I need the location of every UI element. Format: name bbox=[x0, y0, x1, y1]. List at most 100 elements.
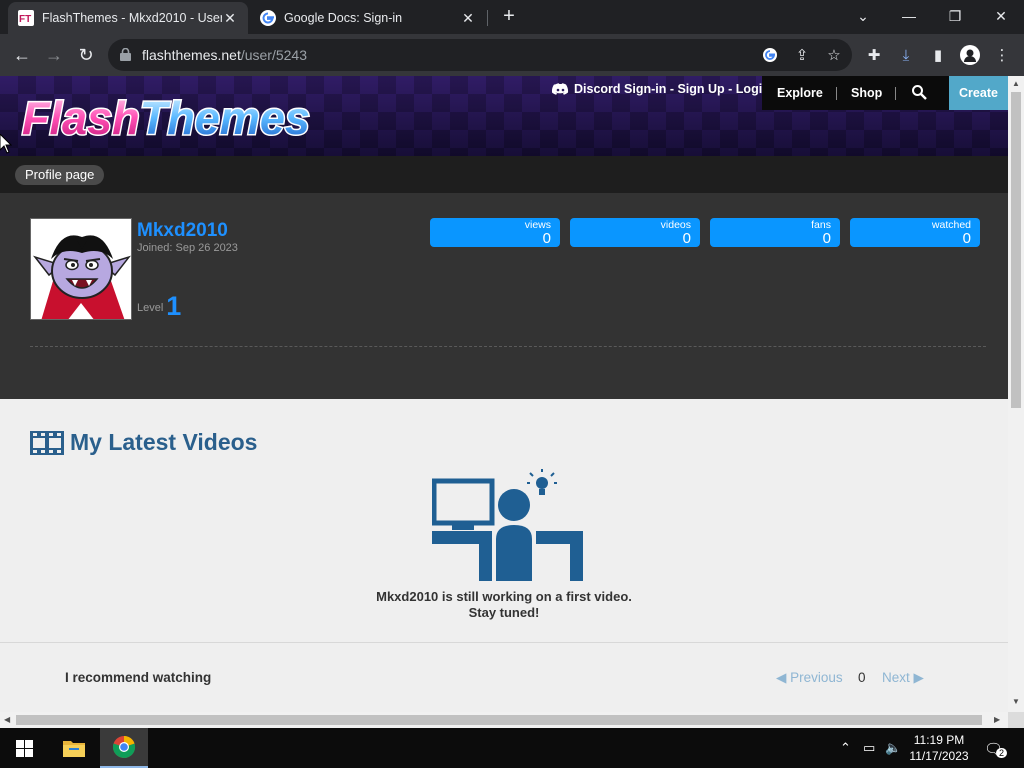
forward-icon[interactable]: → bbox=[41, 42, 67, 68]
system-clock[interactable]: 11:19 PM 11/17/2023 bbox=[906, 732, 972, 764]
page-viewport: FlashThemes FlashThemes Discord Sign-in … bbox=[0, 76, 1008, 712]
stat-value: 0 bbox=[822, 230, 831, 247]
stat-value: 0 bbox=[542, 230, 551, 247]
download-icon[interactable]: ⤓ bbox=[896, 45, 916, 65]
close-tab-icon[interactable]: ✕ bbox=[222, 10, 238, 27]
nav-explore[interactable]: Explore bbox=[777, 86, 823, 100]
recommend-section: I recommend watching ◀ Previous 0 Next ▶ bbox=[0, 642, 1008, 712]
scroll-down-icon[interactable]: ▼ bbox=[1012, 697, 1020, 706]
horizontal-scrollbar[interactable]: ◀ ▶ bbox=[0, 712, 1008, 728]
share-icon[interactable]: ⇪ bbox=[792, 45, 812, 65]
clock-date: 11/17/2023 bbox=[909, 749, 969, 763]
scroll-right-icon[interactable]: ▶ bbox=[994, 715, 1000, 724]
horizontal-scroll-thumb[interactable] bbox=[16, 715, 982, 725]
windows-taskbar: ⌃ ▭ 🔈 11:19 PM 11/17/2023 🗨 2 bbox=[0, 728, 1024, 768]
new-tab-icon[interactable]: + bbox=[499, 6, 519, 26]
lock-icon bbox=[120, 48, 131, 61]
stat-watched: watched 0 bbox=[850, 218, 980, 247]
next-label: Next bbox=[882, 670, 910, 685]
stat-fans: fans 0 bbox=[710, 218, 840, 247]
film-strip-icon bbox=[30, 430, 64, 455]
tab-google-docs[interactable]: Google Docs: Sign-in ✕ bbox=[250, 2, 486, 34]
scroll-left-icon[interactable]: ◀ bbox=[4, 715, 10, 724]
breadcrumb[interactable]: Profile page bbox=[15, 165, 105, 185]
user-level: Level 1 bbox=[137, 291, 181, 322]
clock-time: 11:19 PM bbox=[913, 733, 965, 747]
breadcrumb-bar: Profile page bbox=[0, 156, 1008, 193]
url-host: flashthemes.net bbox=[142, 47, 241, 63]
username: Mkxd2010 bbox=[137, 220, 228, 241]
tab-flashthemes[interactable]: FT FlashThemes - Mkxd2010 - User ✕ bbox=[8, 2, 248, 34]
discord-icon bbox=[552, 82, 569, 95]
menu-kebab-icon[interactable]: ⋮ bbox=[992, 45, 1012, 65]
tab-title: FlashThemes - Mkxd2010 - User bbox=[42, 11, 222, 25]
stat-views: views 0 bbox=[430, 218, 560, 247]
empty-videos-message: Mkxd2010 is still working on a first vid… bbox=[0, 589, 1008, 621]
extensions-puzzle-icon[interactable]: ✚ bbox=[864, 45, 884, 65]
previous-button[interactable]: ◀ Previous bbox=[776, 670, 843, 686]
stat-value: 0 bbox=[962, 230, 971, 247]
search-icon[interactable] bbox=[911, 84, 927, 103]
side-panel-icon[interactable]: ▮ bbox=[928, 45, 948, 65]
google-favicon-icon bbox=[260, 10, 276, 26]
avatar bbox=[30, 218, 132, 320]
profile-divider bbox=[30, 346, 986, 347]
browser-toolbar: ← → ↻ flashthemes.net/user/5243 ⇪ ☆ ✚ ⤓ … bbox=[0, 34, 1024, 76]
scrollbar-corner bbox=[1008, 712, 1024, 728]
close-window-icon[interactable]: ✕ bbox=[978, 0, 1024, 32]
empty-message-line-2: Stay tuned! bbox=[468, 605, 540, 620]
chrome-taskbar-icon[interactable] bbox=[100, 728, 148, 768]
chevron-right-icon: ▶ bbox=[913, 670, 924, 685]
reload-icon[interactable]: ↻ bbox=[73, 42, 99, 68]
stat-videos: videos 0 bbox=[570, 218, 700, 247]
windows-start-icon[interactable] bbox=[0, 728, 48, 768]
chevron-left-icon: ◀ bbox=[776, 670, 787, 685]
recommend-title: I recommend watching bbox=[65, 670, 212, 685]
file-explorer-icon[interactable] bbox=[50, 728, 98, 768]
google-lens-icon[interactable] bbox=[760, 45, 780, 65]
flashthemes-logo[interactable]: FlashThemes FlashThemes bbox=[18, 92, 318, 144]
volume-muted-icon[interactable]: 🔈 bbox=[885, 740, 901, 756]
empty-message-line-1: Mkxd2010 is still working on a first vid… bbox=[376, 589, 632, 604]
section-title: My Latest Videos bbox=[30, 429, 257, 456]
latest-videos-section: My Latest Videos Mkxd2010 is still worki… bbox=[0, 399, 1008, 642]
svg-text:FT: FT bbox=[19, 14, 31, 25]
notification-count-badge: 2 bbox=[996, 748, 1008, 758]
latest-videos-title: My Latest Videos bbox=[70, 429, 258, 455]
network-icon[interactable]: ▭ bbox=[863, 740, 875, 756]
minimize-icon[interactable]: — bbox=[886, 0, 932, 32]
nav-divider bbox=[836, 87, 837, 100]
nav-shop[interactable]: Shop bbox=[851, 86, 882, 100]
level-label: Level bbox=[137, 302, 164, 314]
tray-chevron-up-icon[interactable]: ⌃ bbox=[840, 740, 851, 756]
vampire-avatar-icon bbox=[32, 235, 131, 319]
address-bar[interactable]: flashthemes.net/user/5243 ⇪ ☆ bbox=[108, 39, 852, 71]
svg-text:FlashThemes: FlashThemes bbox=[22, 92, 310, 144]
url-text: flashthemes.net/user/5243 bbox=[142, 47, 307, 63]
vertical-scrollbar[interactable]: ▲ ▼ bbox=[1008, 76, 1024, 712]
tab-title: Google Docs: Sign-in bbox=[284, 11, 403, 25]
browser-tab-strip: FT FlashThemes - Mkxd2010 - User ✕ Googl… bbox=[0, 0, 1024, 34]
tab-search-chevron-icon[interactable]: ⌄ bbox=[840, 0, 886, 32]
restore-icon[interactable]: ❐ bbox=[932, 0, 978, 32]
previous-label: Previous bbox=[790, 670, 843, 685]
discord-link-text: Discord Sign-in - Sign Up - Login bbox=[574, 82, 770, 96]
scroll-up-icon[interactable]: ▲ bbox=[1012, 79, 1020, 88]
next-button[interactable]: Next ▶ bbox=[882, 670, 924, 686]
profile-panel: Mkxd2010 Joined: Sep 26 2023 Level 1 view… bbox=[0, 193, 1008, 399]
page-number: 0 bbox=[858, 670, 866, 685]
stat-value: 0 bbox=[682, 230, 691, 247]
flashthemes-favicon-icon: FT bbox=[18, 10, 34, 26]
close-tab-icon[interactable]: ✕ bbox=[460, 10, 476, 27]
working-on-video-illustration bbox=[432, 469, 583, 581]
create-button[interactable]: Create bbox=[949, 76, 1008, 110]
bookmark-star-icon[interactable]: ☆ bbox=[824, 45, 844, 65]
vertical-scroll-thumb[interactable] bbox=[1011, 92, 1021, 408]
discord-signin-link[interactable]: Discord Sign-in - Sign Up - Login bbox=[552, 82, 770, 96]
site-header: FlashThemes FlashThemes Discord Sign-in … bbox=[0, 76, 1008, 156]
nav-divider bbox=[895, 87, 896, 100]
tab-separator bbox=[487, 10, 488, 26]
profile-avatar-icon[interactable] bbox=[960, 45, 980, 65]
back-icon[interactable]: ← bbox=[9, 42, 35, 68]
mouse-cursor-icon bbox=[0, 134, 12, 154]
